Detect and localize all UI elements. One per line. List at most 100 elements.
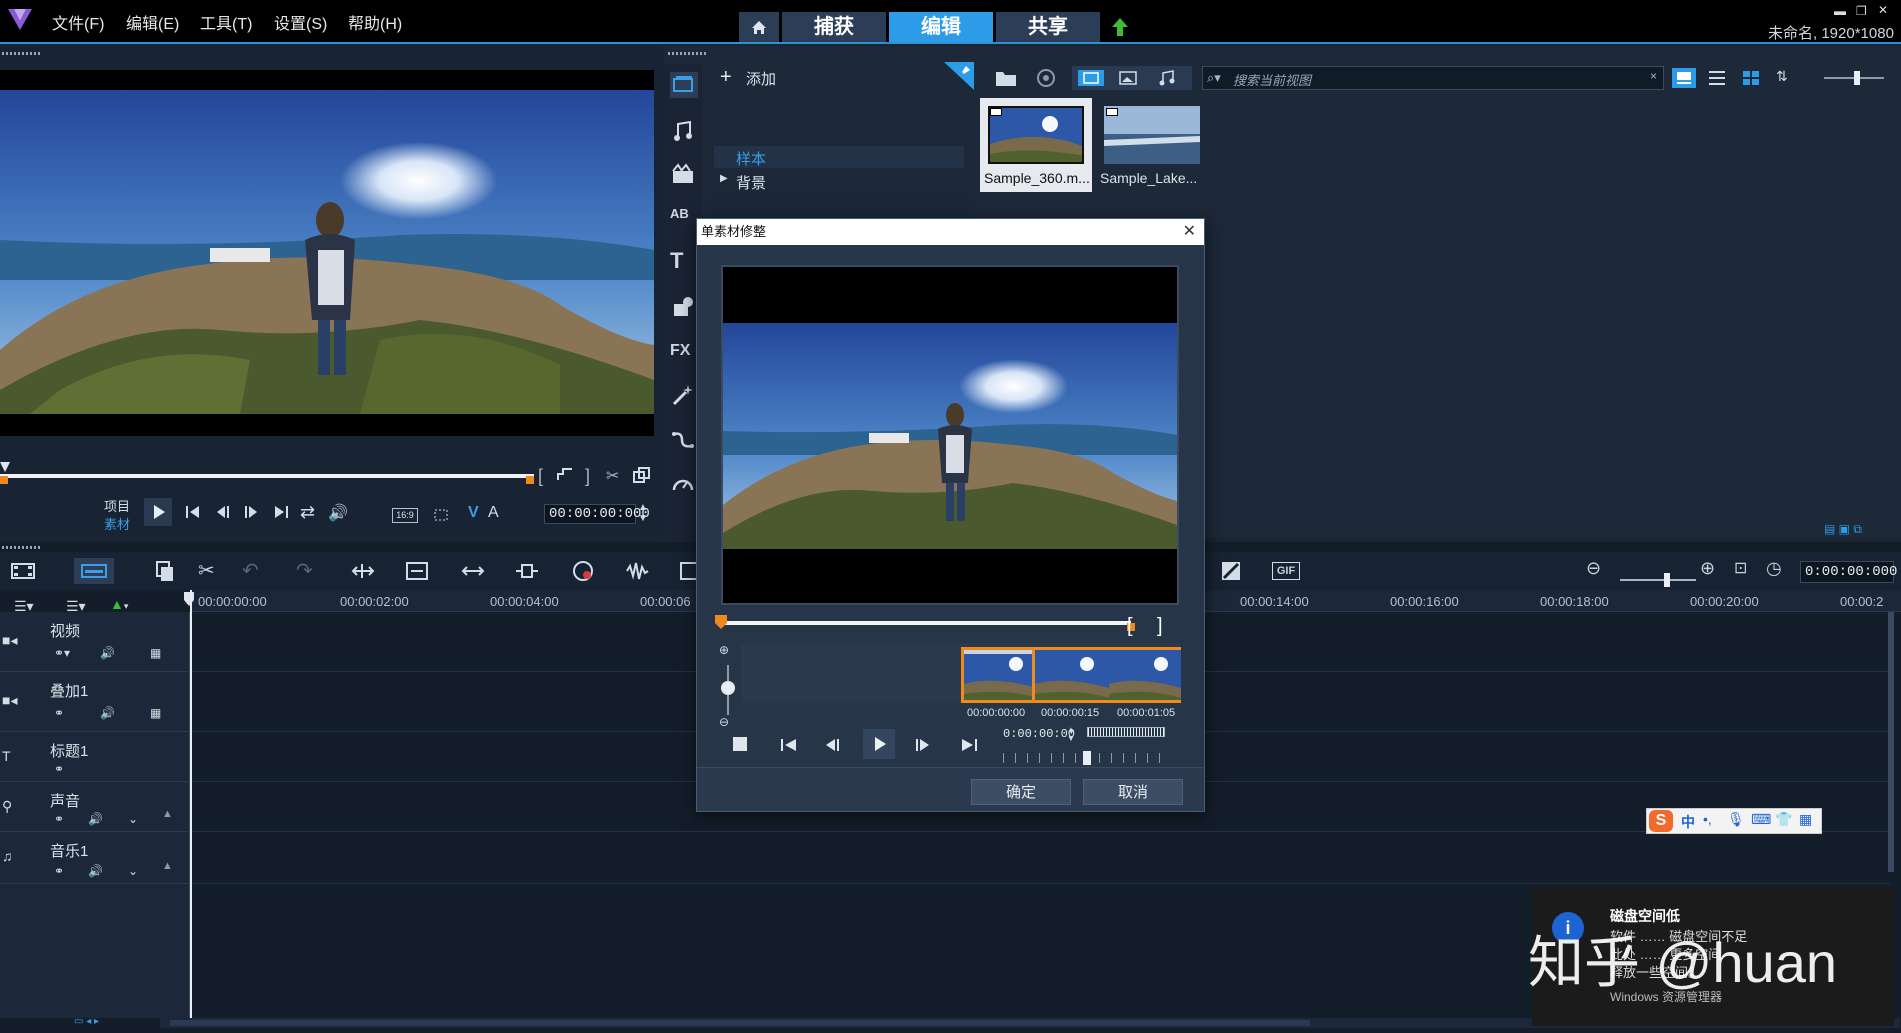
import-media-icon[interactable] [994,68,1018,88]
mute-icon[interactable]: 🔊 [88,864,103,878]
minimize-icon[interactable]: ▬ [1834,4,1846,18]
ime-mode-label[interactable]: 中 [1681,812,1695,832]
timecode-field[interactable]: 00:00:00:000 [544,504,650,524]
frame-thumb[interactable] [1035,647,1109,703]
ok-button[interactable]: 确定 [971,779,1071,805]
zoom-out-icon[interactable]: ⊖ [1586,558,1612,584]
folder-item-sample[interactable]: 样本 [714,146,964,168]
magic-wand-icon[interactable] [670,382,696,408]
folder-item-background[interactable]: ▶ 背景 [714,170,964,192]
shuttle-slider[interactable] [1003,751,1165,765]
mark-out-icon[interactable]: ] [1157,615,1163,638]
mask-icon[interactable] [1218,558,1244,584]
gif-icon[interactable]: GIF [1272,562,1300,580]
sort-icon[interactable]: ⇅ [1776,68,1788,85]
timecode-spinner[interactable]: ▲ ▼ [638,502,648,524]
mark-in-icon[interactable]: [ [1127,615,1133,638]
audio-wave-icon[interactable] [624,558,650,584]
clear-search-icon[interactable]: × [1650,69,1657,83]
grid-icon[interactable]: ▦ [150,646,161,660]
microphone-icon[interactable]: 🎙 [1727,811,1745,828]
frame-thumb[interactable] [961,647,1035,703]
scrubber-start-marker[interactable] [0,462,10,474]
link-icon[interactable]: ⚭ [54,706,64,720]
aspect-ratio-button[interactable]: 16:9 [392,508,418,523]
audio-filter-icon[interactable] [1156,70,1176,86]
close-icon[interactable]: ✕ [1878,3,1888,17]
fit-window-icon[interactable] [404,558,430,584]
storyboard-view-icon[interactable] [10,558,36,584]
slider-thumb[interactable] [1083,751,1091,765]
record-icon[interactable] [1036,68,1056,88]
zoom-out-icon[interactable]: ⊖ [719,715,729,729]
tab-edit[interactable]: 编辑 [889,12,993,42]
trim-start-handle[interactable] [715,615,727,631]
project-mode-label[interactable]: 项目 [104,496,130,515]
cut-icon[interactable]: ✂ [606,466,619,486]
cancel-button[interactable]: 取消 [1083,779,1183,805]
link-icon[interactable]: ⚭▾ [54,646,70,660]
fx-icon[interactable]: FX [670,338,696,364]
trim-marker-left[interactable] [0,476,8,484]
panel-grip[interactable] [668,52,708,55]
instant-project-icon[interactable] [670,118,696,144]
ripple-edit-icon[interactable] [460,558,486,584]
frame-zoom-slider[interactable] [721,665,735,715]
prev-frame-icon[interactable] [823,737,843,753]
slider-thumb[interactable] [721,681,735,695]
add-folder-button[interactable]: + 添加 [720,66,840,90]
ime-toolbar[interactable]: S 中 •, 🎙 ⌨ 👕 ▦ [1646,808,1822,834]
a-toggle[interactable]: A [488,504,499,522]
media-category-icon[interactable] [670,72,698,98]
panel-grip[interactable] [2,52,42,55]
title-style-icon[interactable]: AB [670,206,696,232]
ripple-toggle-icon[interactable]: ▲▾ [110,596,128,612]
link-icon[interactable]: ⚭ [54,864,64,878]
ime-punct-icon[interactable]: •, [1703,811,1712,827]
up-arrow-icon[interactable]: ▲ [162,808,173,820]
skin-icon[interactable]: 👕 [1775,811,1792,828]
upload-icon[interactable] [1110,16,1130,38]
stop-icon[interactable] [733,737,747,751]
up-arrow-icon[interactable]: ▲ [162,860,173,872]
play-button[interactable] [144,498,172,526]
dialog-close-icon[interactable]: ✕ [1183,219,1196,245]
home-tab[interactable] [739,12,779,42]
crop-icon[interactable] [432,504,454,526]
go-start-icon[interactable] [184,504,202,520]
menu-edit[interactable]: 编辑(E) [126,10,179,34]
scroll-nav-icons[interactable]: ▭ ◂ ▸ [74,1016,99,1027]
zoom-in-icon[interactable]: ⊕ [1700,558,1726,584]
thumbnail-size-slider[interactable] [1824,71,1884,85]
undo-icon[interactable]: ↶ [242,558,268,584]
keyboard-icon[interactable]: ⌨ [1751,811,1771,828]
slider-thumb[interactable] [1854,71,1860,85]
frame-thumb[interactable] [1109,647,1181,703]
v-toggle[interactable]: V [468,504,479,522]
toolbox-icon[interactable]: ▦ [1799,811,1812,828]
jog-wheel[interactable] [1087,727,1165,737]
track-area-music[interactable] [190,832,1890,884]
redo-icon[interactable]: ↷ [296,558,322,584]
pin-icon[interactable] [944,62,974,90]
tab-share[interactable]: 共享 [996,12,1100,42]
go-end-icon[interactable] [959,737,979,753]
trim-marker-right[interactable] [526,476,534,484]
mark-in-icon[interactable]: [ [538,466,543,487]
go-start-icon[interactable] [779,737,799,753]
zoom-in-icon[interactable]: ⊕ [719,643,729,657]
play-button[interactable] [863,729,895,759]
chevron-down-icon[interactable]: ⌄ [128,812,138,826]
multi-trim-icon[interactable] [152,558,178,584]
transition-icon[interactable] [670,162,696,188]
copy-frame-icon[interactable] [632,466,652,484]
panel-layout-icon[interactable]: ▤ ▣ ⧉ [1824,522,1900,536]
view-large-icon[interactable] [1672,68,1696,88]
menu-settings[interactable]: 设置(S) [274,10,327,34]
fit-timeline-icon[interactable]: ⊡ [1734,558,1760,584]
menu-help[interactable]: 帮助(H) [348,10,402,34]
link-icon[interactable]: ⚭ [54,812,64,826]
clock-icon[interactable]: ◷ [1766,558,1792,584]
path-icon[interactable] [670,426,696,452]
media-thumb-sample-360[interactable]: Sample_360.m... [980,98,1092,192]
